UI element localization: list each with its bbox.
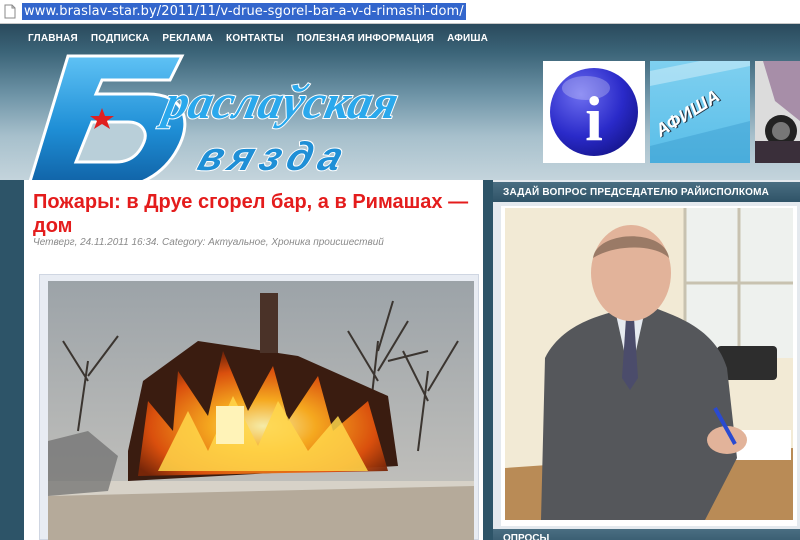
chairman-photo[interactable] xyxy=(505,208,793,520)
burning-house-photo[interactable] xyxy=(48,281,474,540)
logo-line2: вязда xyxy=(193,134,357,179)
chairman-photo-frame xyxy=(501,206,797,526)
article-meta: Четверг, 24.11.2011 16:34. Category: Акт… xyxy=(33,237,384,248)
article-photo-frame xyxy=(39,274,479,540)
article-title[interactable]: Пожары: в Друе сгорел бар, а в Римашах —… xyxy=(33,190,478,238)
sidebar: ЗАДАЙ ВОПРОС ПРЕДСЕДАТЕЛЮ РАЙИСПОЛКОМА О… xyxy=(493,180,800,540)
nav-advertising[interactable]: РЕКЛАМА xyxy=(162,33,213,44)
nav-home[interactable]: ГЛАВНАЯ xyxy=(28,33,78,44)
top-nav: ГЛАВНАЯ ПОДПИСКА РЕКЛАМА КОНТАКТЫ ПОЛЕЗН… xyxy=(28,33,488,44)
afisha-banner[interactable]: АФИША xyxy=(650,61,750,163)
address-bar[interactable]: www.braslav-star.by/2011/11/v-drue-sgore… xyxy=(0,0,800,24)
ask-chairman-title[interactable]: ЗАДАЙ ВОПРОС ПРЕДСЕДАТЕЛЮ РАЙИСПОЛКОМА xyxy=(493,182,800,202)
promo-banner[interactable] xyxy=(755,61,800,163)
nav-afisha[interactable]: АФИША xyxy=(447,33,488,44)
svg-text:i: i xyxy=(585,83,603,154)
nav-subscription[interactable]: ПОДПИСКА xyxy=(91,33,149,44)
info-icon: i xyxy=(550,68,638,156)
nav-useful-info[interactable]: ПОЛЕЗНАЯ ИНФОРМАЦИЯ xyxy=(297,33,434,44)
site-header: ГЛАВНАЯ ПОДПИСКА РЕКЛАМА КОНТАКТЫ ПОЛЕЗН… xyxy=(0,24,800,190)
nav-contacts[interactable]: КОНТАКТЫ xyxy=(226,33,284,44)
article-column: Пожары: в Друе сгорел бар, а в Римашах —… xyxy=(24,180,483,540)
info-banner[interactable]: i xyxy=(543,61,645,163)
url-text[interactable]: www.braslav-star.by/2011/11/v-drue-sgore… xyxy=(22,3,466,20)
polls-title[interactable]: ОПРОСЫ xyxy=(493,529,800,540)
page-icon xyxy=(4,4,18,20)
logo-line1: раслаўская xyxy=(156,76,403,128)
